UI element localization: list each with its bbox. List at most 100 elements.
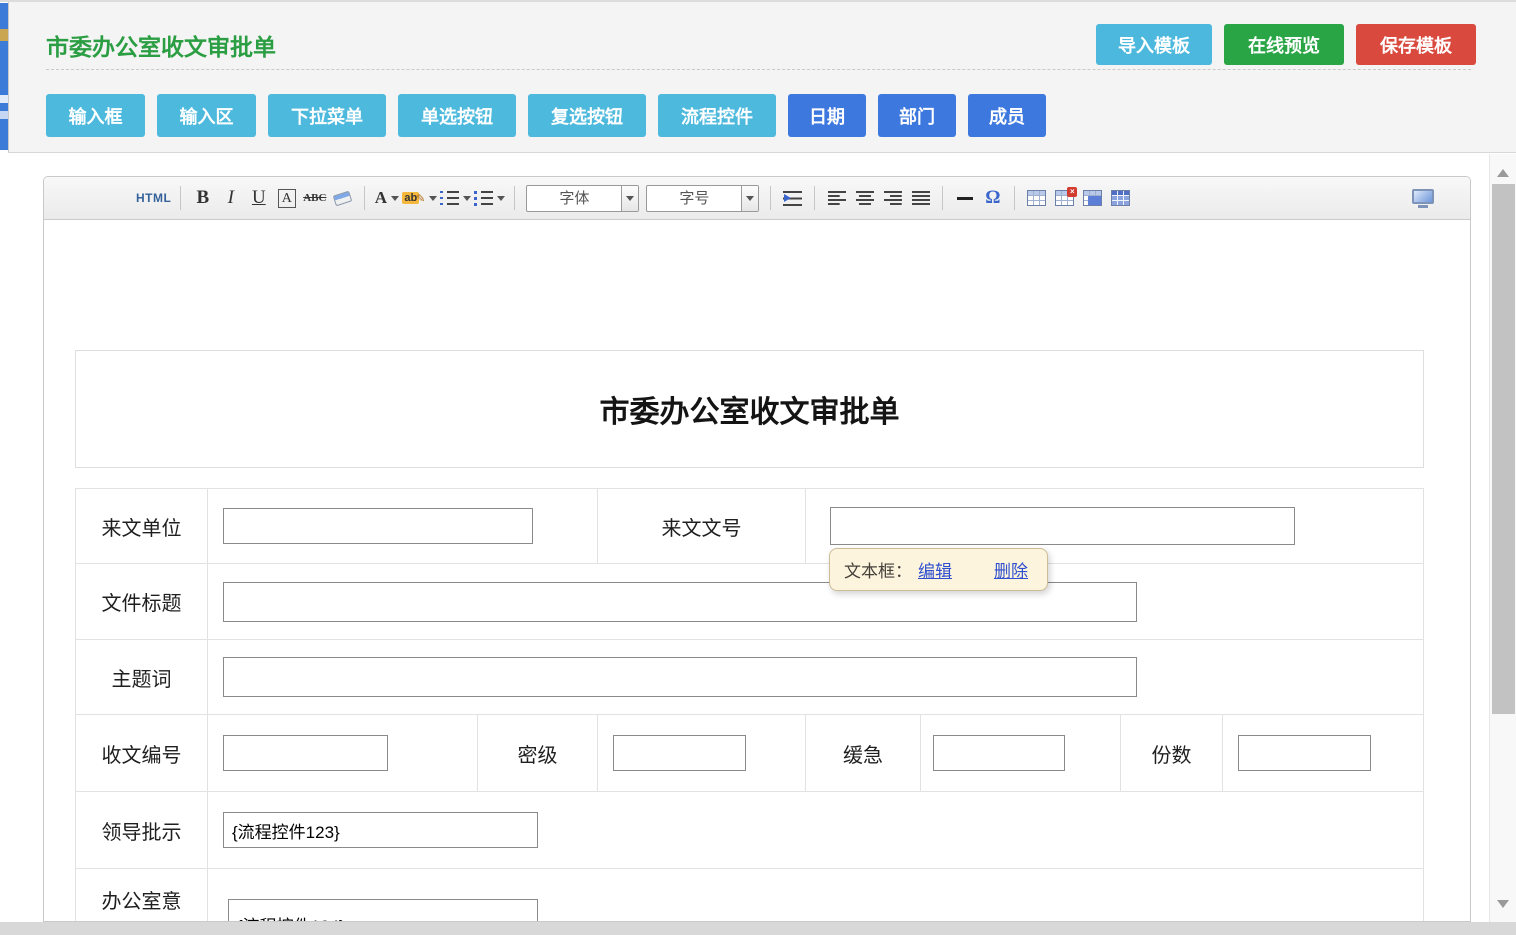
font-family-value: 字体: [527, 186, 621, 211]
ordered-list-icon: [440, 190, 459, 206]
font-color-button[interactable]: A: [374, 184, 399, 212]
insert-input-box-button[interactable]: 输入框: [46, 94, 145, 137]
align-right-icon: [884, 191, 902, 205]
toolbar-separator: [814, 186, 815, 210]
bottom-strip: [0, 922, 1516, 935]
underline-button[interactable]: U: [246, 184, 271, 212]
ordered-list-button[interactable]: [440, 184, 471, 212]
secrecy-level-input[interactable]: [613, 735, 746, 771]
toolbar-separator: [942, 186, 943, 210]
label-receipt-number: 收文编号: [76, 715, 208, 791]
align-justify-icon: [912, 191, 930, 205]
table-row: 收文编号 密级 缓急 份数: [76, 715, 1423, 792]
align-left-button[interactable]: [824, 184, 849, 212]
insert-checkbox-button[interactable]: 复选按钮: [528, 94, 646, 137]
online-preview-button[interactable]: 在线预览: [1224, 24, 1344, 65]
chevron-down-icon: [626, 196, 634, 205]
editor-canvas[interactable]: 市委办公室收文审批单 来文单位 来文文号 文件标题: [44, 220, 1470, 921]
import-template-button[interactable]: 导入模板: [1096, 24, 1212, 65]
insert-textarea-button[interactable]: 输入区: [157, 94, 256, 137]
subject-words-input[interactable]: [223, 657, 1137, 697]
font-size-select[interactable]: 字号: [646, 185, 759, 212]
incoming-unit-input[interactable]: [223, 508, 533, 544]
delete-table-button[interactable]: ×: [1052, 184, 1077, 212]
highlight-color-button[interactable]: ab✎: [402, 184, 437, 212]
tooltip-delete-link[interactable]: 删除: [994, 557, 1028, 582]
align-right-button[interactable]: [880, 184, 905, 212]
header-divider: [46, 69, 1471, 70]
align-center-icon: [856, 191, 874, 205]
copies-input[interactable]: [1238, 735, 1371, 771]
insert-table-button[interactable]: [1024, 184, 1049, 212]
unordered-list-button[interactable]: [474, 184, 505, 212]
approval-form-table: 来文单位 来文文号 文件标题: [75, 488, 1424, 922]
scrollbar-thumb[interactable]: [1492, 184, 1515, 714]
html-source-button[interactable]: HTML: [136, 184, 171, 212]
document-number-input[interactable]: [830, 507, 1295, 545]
control-buttons-row: 输入框 输入区 下拉菜单 单选按钮 复选按钮 流程控件 日期 部门 成员: [46, 94, 1046, 137]
align-justify-button[interactable]: [908, 184, 933, 212]
receipt-number-input[interactable]: [223, 735, 388, 771]
table-cell-icon: [1083, 190, 1102, 206]
align-center-button[interactable]: [852, 184, 877, 212]
chevron-down-icon: [746, 196, 754, 205]
unordered-list-icon: [474, 190, 493, 206]
horizontal-rule-button[interactable]: [952, 184, 977, 212]
tooltip-edit-link[interactable]: 编辑: [918, 557, 952, 582]
font-family-select[interactable]: 字体: [526, 185, 639, 212]
toolbar-separator: [770, 186, 771, 210]
remove-format-button[interactable]: [330, 184, 355, 212]
cell-subject-words: [208, 640, 1423, 714]
cell-leader-instructions: [208, 792, 1423, 868]
italic-button[interactable]: I: [218, 184, 243, 212]
strikethrough-button[interactable]: ABC: [302, 184, 327, 212]
office-opinion-flow-control-input[interactable]: [228, 899, 538, 922]
toolbar-separator: [364, 186, 365, 210]
label-incoming-unit: 来文单位: [76, 489, 208, 563]
insert-radio-button[interactable]: 单选按钮: [398, 94, 516, 137]
eraser-icon: [333, 190, 353, 206]
monitor-stand-icon: [1418, 205, 1428, 208]
cell-incoming-unit: [208, 489, 598, 563]
urgency-input[interactable]: [933, 735, 1065, 771]
special-char-button[interactable]: Ω: [980, 184, 1005, 212]
header-actions: 导入模板 在线预览 保存模板: [1096, 24, 1476, 65]
tooltip-label: 文本框：: [844, 557, 912, 582]
table-cell-properties-button[interactable]: [1080, 184, 1105, 212]
table-delete-icon: ×: [1055, 190, 1074, 206]
font-style-button[interactable]: A: [274, 184, 299, 212]
save-template-button[interactable]: 保存模板: [1356, 24, 1476, 65]
left-strip-mark: [0, 29, 8, 41]
insert-member-button[interactable]: 成员: [968, 94, 1046, 137]
label-leader-instructions: 领导批示: [76, 792, 208, 868]
fullscreen-button[interactable]: [1412, 189, 1434, 208]
cell-receipt-number: [208, 715, 478, 791]
left-strip-mark: [0, 95, 8, 103]
label-office-opinion: 办公室意: [76, 869, 208, 922]
align-left-icon: [828, 191, 846, 205]
indent-icon: [783, 191, 802, 206]
insert-department-button[interactable]: 部门: [878, 94, 956, 137]
label-document-number: 来文文号: [598, 489, 806, 563]
font-size-value: 字号: [647, 186, 741, 211]
bold-button[interactable]: B: [190, 184, 215, 212]
document-title: 市委办公室收文审批单: [600, 387, 900, 431]
monitor-icon: [1412, 189, 1434, 204]
chevron-down-icon: [391, 196, 399, 205]
insert-dropdown-button[interactable]: 下拉菜单: [268, 94, 386, 137]
table-properties-button[interactable]: [1108, 184, 1133, 212]
indent-button[interactable]: [780, 184, 805, 212]
font-size-dropdown-button[interactable]: [741, 186, 758, 211]
table-row: 来文单位 来文文号: [76, 489, 1423, 564]
label-document-title: 文件标题: [76, 564, 208, 639]
insert-date-button[interactable]: 日期: [788, 94, 866, 137]
leader-instructions-flow-control-input[interactable]: [223, 812, 538, 848]
scroll-up-arrow-icon[interactable]: [1497, 163, 1509, 177]
table-grid-icon: [1111, 190, 1130, 206]
scroll-down-arrow-icon[interactable]: [1497, 900, 1509, 914]
document-title-box: 市委办公室收文审批单: [75, 350, 1424, 468]
editor-workspace: HTML B I U A ABC A ab✎ 字体 字号: [0, 154, 1489, 922]
font-family-dropdown-button[interactable]: [621, 186, 638, 211]
vertical-scrollbar[interactable]: [1489, 154, 1516, 922]
insert-flow-control-button[interactable]: 流程控件: [658, 94, 776, 137]
